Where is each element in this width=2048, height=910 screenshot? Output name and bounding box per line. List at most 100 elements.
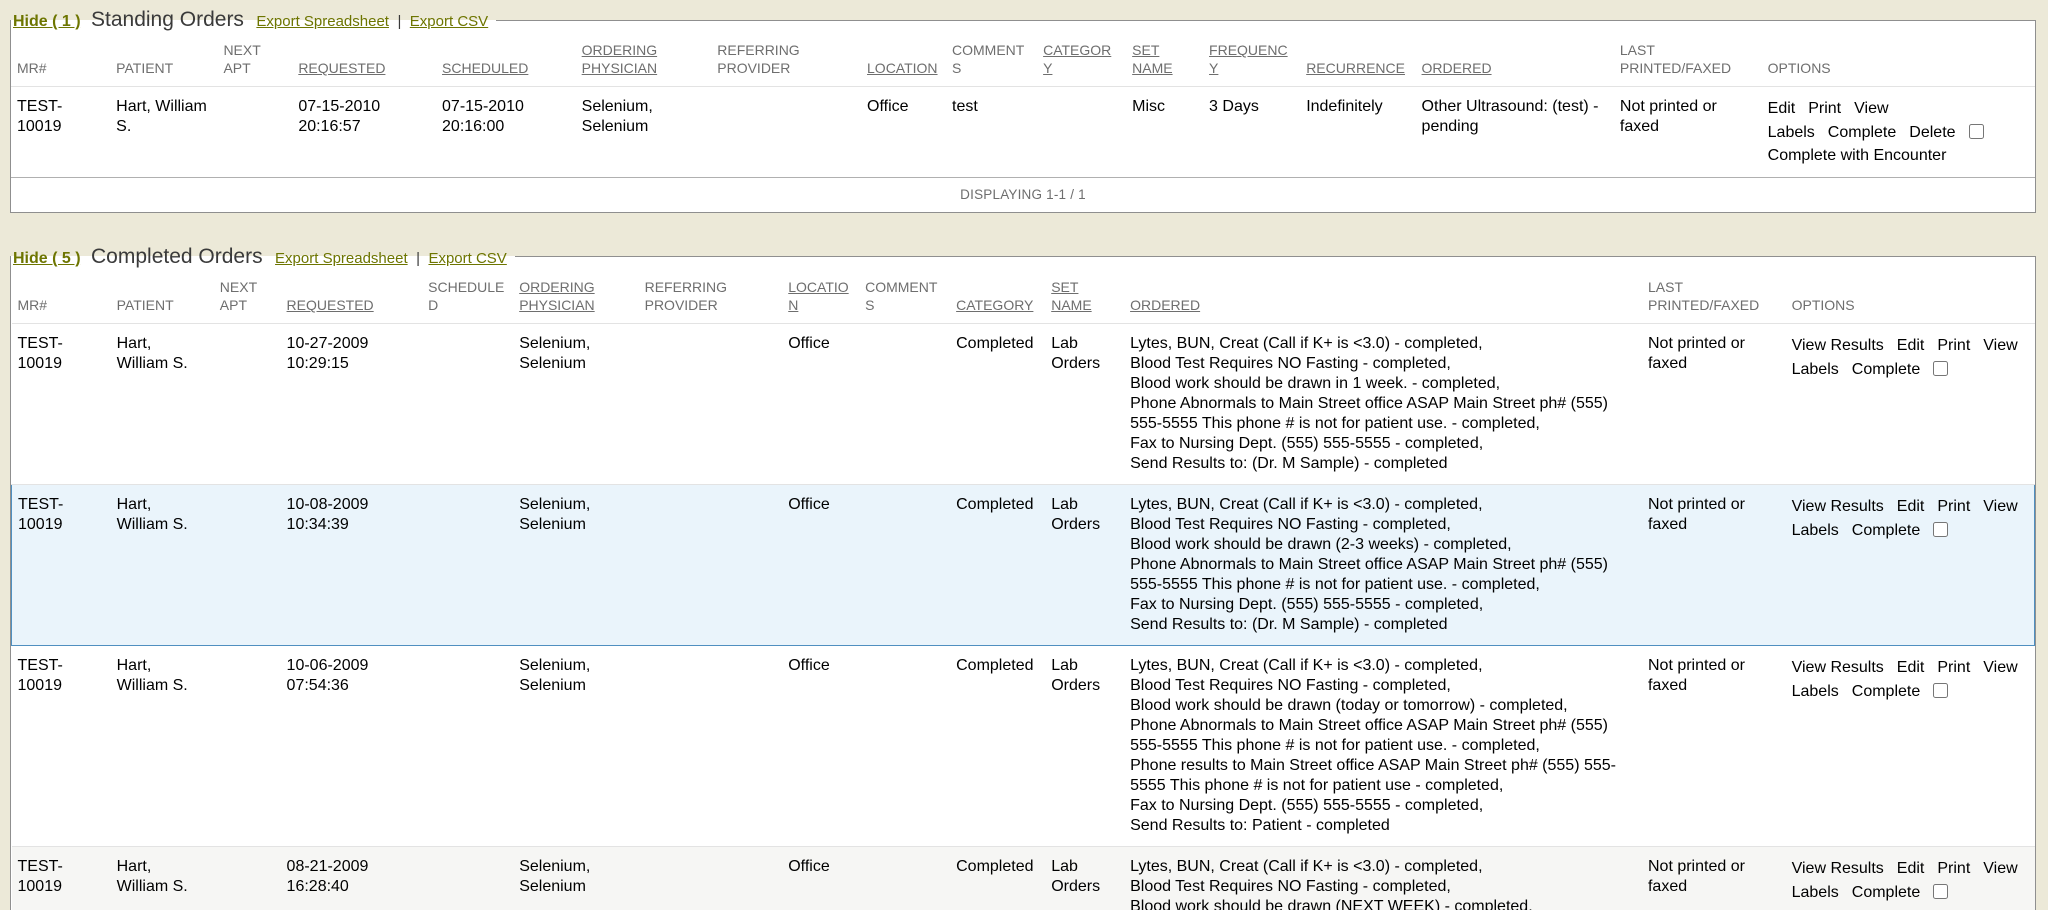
standing-orders-export-spreadsheet-link[interactable]: Export Spreadsheet xyxy=(256,13,389,30)
completed-orders-hide-link[interactable]: Hide ( 5 ) xyxy=(13,250,81,267)
cell-last-printed-faxed: Not printed or faxed xyxy=(1642,324,1786,485)
order-option-link[interactable]: Delete xyxy=(1909,124,1955,141)
cell-category: Completed xyxy=(950,485,1045,646)
column-header: PATIENT xyxy=(111,269,214,324)
order-option-link[interactable]: Complete xyxy=(1852,884,1920,901)
cell-patient: Hart, William S. xyxy=(111,485,214,646)
cell-scheduled xyxy=(422,646,513,847)
cell-location: Office xyxy=(782,324,859,485)
completed-orders-body: TEST-10019 Hart, William S. 10-27-2009 1… xyxy=(12,324,2035,910)
cell-requested: 10-08-2009 10:34:39 xyxy=(281,485,423,646)
column-header-label[interactable]: SET NAME xyxy=(1132,42,1172,76)
standing-orders-header-row: MR#PATIENTNEXT APTREQUESTEDSCHEDULEDORDE… xyxy=(11,32,2035,87)
order-option-link[interactable]: View Results xyxy=(1792,659,1884,676)
column-header-label[interactable]: SCHEDULED xyxy=(442,60,528,76)
completed-order-row: TEST-10019 Hart, William S. 10-06-2009 0… xyxy=(12,646,2035,847)
column-header-label[interactable]: SET NAME xyxy=(1051,279,1091,313)
order-option-link[interactable]: Complete xyxy=(1828,124,1896,141)
cell-patient: Hart, William S. xyxy=(111,847,214,910)
order-option-link[interactable]: Edit xyxy=(1768,100,1796,117)
column-header: SCHEDULED xyxy=(422,269,513,324)
order-checkbox[interactable] xyxy=(1933,884,1948,899)
column-header-label: SCHEDULED xyxy=(428,279,504,313)
column-header: ORDERING PHYSICIAN xyxy=(513,269,638,324)
cell-ordered: Lytes, BUN, Creat (Call if K+ is <3.0) -… xyxy=(1124,847,1642,910)
column-header: REQUESTED xyxy=(292,32,436,87)
ordered-item: Phone Abnormals to Main Street office AS… xyxy=(1130,716,1634,756)
cell-requested: 08-21-2009 16:28:40 xyxy=(281,847,423,910)
standing-orders-header: MR#PATIENTNEXT APTREQUESTEDSCHEDULEDORDE… xyxy=(11,32,2035,87)
column-header-label[interactable]: ORDERED xyxy=(1422,60,1492,76)
completed-order-row: TEST-10019 Hart, William S. 10-08-2009 1… xyxy=(12,485,2035,646)
column-header-label[interactable]: ORDERING PHYSICIAN xyxy=(519,279,594,313)
cell-requested: 10-06-2009 07:54:36 xyxy=(281,646,423,847)
cell-next-apt xyxy=(214,485,281,646)
cell-next-apt xyxy=(214,646,281,847)
cell-requested: 10-27-2009 10:29:15 xyxy=(281,324,423,485)
column-header-label[interactable]: REQUESTED xyxy=(287,297,374,313)
column-header: ORDERED xyxy=(1416,32,1614,87)
order-option-link[interactable]: Print xyxy=(1937,860,1970,877)
standing-orders-hide-link[interactable]: Hide ( 1 ) xyxy=(13,13,81,30)
ordered-item: Phone Abnormals to Main Street office AS… xyxy=(1130,555,1634,595)
standing-orders-export-csv-link[interactable]: Export CSV xyxy=(410,13,488,30)
completed-orders-export-spreadsheet-link[interactable]: Export Spreadsheet xyxy=(275,250,408,267)
column-header: SET NAME xyxy=(1045,269,1124,324)
cell-category: Completed xyxy=(950,646,1045,847)
ordered-item: Other Ultrasound: (test) - pending xyxy=(1422,97,1606,137)
column-header: LAST PRINTED/FAXED xyxy=(1614,32,1762,87)
order-option-link[interactable]: Print xyxy=(1808,100,1841,117)
order-option-link[interactable]: Complete xyxy=(1852,522,1920,539)
column-header-label[interactable]: REQUESTED xyxy=(298,60,385,76)
cell-options: View ResultsEditPrintView LabelsComplete xyxy=(1786,847,2035,910)
column-header-label[interactable]: ORDERED xyxy=(1130,297,1200,313)
cell-options: View ResultsEditPrintView LabelsComplete xyxy=(1786,485,2035,646)
order-checkbox[interactable] xyxy=(1933,522,1948,537)
order-option-link[interactable]: Edit xyxy=(1897,337,1925,354)
completed-orders-section: Hide ( 5 ) Completed Orders Export Sprea… xyxy=(10,245,2036,910)
order-option-link[interactable]: View Results xyxy=(1792,860,1884,877)
order-option-link[interactable]: Print xyxy=(1937,659,1970,676)
completed-orders-export-csv-link[interactable]: Export CSV xyxy=(428,250,506,267)
column-header: REQUESTED xyxy=(281,269,423,324)
column-header-label[interactable]: FREQUENCY xyxy=(1209,42,1288,76)
order-checkbox[interactable] xyxy=(1933,361,1948,376)
order-checkbox[interactable] xyxy=(1933,683,1948,698)
order-checkbox[interactable] xyxy=(1969,124,1984,139)
column-header-label[interactable]: LOCATION xyxy=(867,60,938,76)
order-option-link[interactable]: Edit xyxy=(1897,498,1925,515)
order-option-link[interactable]: Edit xyxy=(1897,860,1925,877)
column-header-label[interactable]: RECURRENCE xyxy=(1306,60,1405,76)
order-option-link[interactable]: Complete xyxy=(1852,361,1920,378)
column-header-label: MR# xyxy=(17,60,47,76)
order-option-link[interactable]: Edit xyxy=(1897,659,1925,676)
completed-orders-header-row: MR#PATIENTNEXT APTREQUESTEDSCHEDULEDORDE… xyxy=(12,269,2035,324)
cell-patient: Hart, William S. xyxy=(111,646,214,847)
completed-orders-table: MR#PATIENTNEXT APTREQUESTEDSCHEDULEDORDE… xyxy=(11,269,2035,910)
order-option-link[interactable]: Complete xyxy=(1852,683,1920,700)
cell-mr-number: TEST-10019 xyxy=(12,324,111,485)
order-option-link[interactable]: Print xyxy=(1937,498,1970,515)
cell-patient: Hart, William S. xyxy=(111,324,214,485)
column-header-label[interactable]: CATEGORY xyxy=(1043,42,1111,76)
column-header: SET NAME xyxy=(1126,32,1203,87)
column-header: COMMENTS xyxy=(946,32,1037,87)
column-header-label: MR# xyxy=(18,297,48,313)
cell-location: Office xyxy=(782,485,859,646)
column-header-label: NEXT APT xyxy=(223,42,260,76)
order-option-link[interactable]: View Results xyxy=(1792,337,1884,354)
column-header-label[interactable]: LOCATION xyxy=(788,279,848,313)
column-header: LAST PRINTED/FAXED xyxy=(1642,269,1786,324)
order-option-link[interactable]: Complete with Encounter xyxy=(1768,147,1947,164)
ordered-item: Blood work should be drawn (today or tom… xyxy=(1130,696,1634,716)
cell-referring-provider xyxy=(639,847,783,910)
column-header-label[interactable]: CATEGORY xyxy=(956,297,1033,313)
order-option-link[interactable]: View Results xyxy=(1792,498,1884,515)
options-links: View ResultsEditPrintView LabelsComplete xyxy=(1792,659,2018,699)
column-header-label[interactable]: ORDERING PHYSICIAN xyxy=(582,42,657,76)
cell-referring-provider xyxy=(639,324,783,485)
order-option-link[interactable]: Print xyxy=(1937,337,1970,354)
cell-set-name: Lab Orders xyxy=(1045,324,1124,485)
completed-orders-title: Completed Orders xyxy=(91,245,263,268)
cell-ordering-physician: Selenium, Selenium xyxy=(513,485,638,646)
